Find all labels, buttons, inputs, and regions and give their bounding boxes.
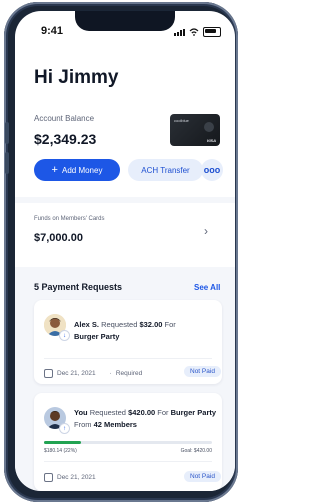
card-divider [44,358,212,359]
card-divider [44,461,212,462]
request-progress-fill [44,441,81,444]
dot-icon: · [109,370,112,377]
add-money-label: Add Money [61,165,103,175]
collected-amount: $180.14 (22%) [44,448,77,454]
card-network: VISA [206,138,216,143]
signal-icon [174,28,185,36]
wifi-icon [189,28,199,36]
status-bar: 9:41 [15,11,235,37]
app-screen: 9:41 Hi Jimmy Account Balance $2,349.23 … [15,11,235,491]
status-icons [174,27,221,37]
notch [75,11,175,31]
funds-label: Funds on Members' Cards [34,216,105,222]
volume-up-button [5,122,9,144]
arrow-down-icon: ↓ [59,330,70,341]
section-divider [15,197,235,203]
volume-down-button [5,152,9,174]
battery-icon [203,27,221,37]
add-money-button[interactable]: + Add Money [34,159,120,181]
request-description: You Requested $420.00 For Burger Party F… [74,408,217,429]
ach-transfer-button[interactable]: ACH Transfer [128,159,203,181]
status-badge: Not Paid [184,471,221,482]
calendar-icon [44,473,53,482]
account-balance-label: Account Balance [34,114,95,123]
chevron-right-icon: › [204,224,208,238]
card-logo-icon [204,122,214,132]
status-time: 9:41 [41,25,64,37]
payment-request-card[interactable]: ↑ You Requested $420.00 For Burger Party… [34,393,222,491]
phone-frame: 9:41 Hi Jimmy Account Balance $2,349.23 … [4,2,238,502]
request-date: Dec 21, 2021 [57,370,96,377]
request-type: Required [115,370,143,377]
arrow-up-icon: ↑ [59,423,70,434]
request-meta: Dec 21, 2021 [44,473,96,482]
more-options-button[interactable]: ooo [201,159,223,181]
greeting-title: Hi Jimmy [34,67,119,88]
request-meta: Dec 21, 2021 · Required [44,369,142,378]
see-all-link[interactable]: See All [194,283,220,292]
calendar-icon [44,369,53,378]
debit-card-thumbnail[interactable]: coolblue VISA [170,114,220,146]
plus-icon: + [51,164,58,176]
request-progress-bar [44,441,212,444]
payment-requests-title: 5 Payment Requests [34,282,123,292]
account-balance-value: $2,349.23 [34,131,97,147]
card-brand: coolblue [174,118,189,123]
request-date: Dec 21, 2021 [57,474,96,481]
request-description: Alex S. Requested $32.00 For Burger Part… [74,320,176,341]
funds-value: $7,000.00 [34,232,83,244]
payment-request-card[interactable]: ↓ Alex S. Requested $32.00 For Burger Pa… [34,300,222,384]
status-badge: Not Paid [184,366,221,377]
goal-amount: Goal: $420.00 [180,448,212,454]
